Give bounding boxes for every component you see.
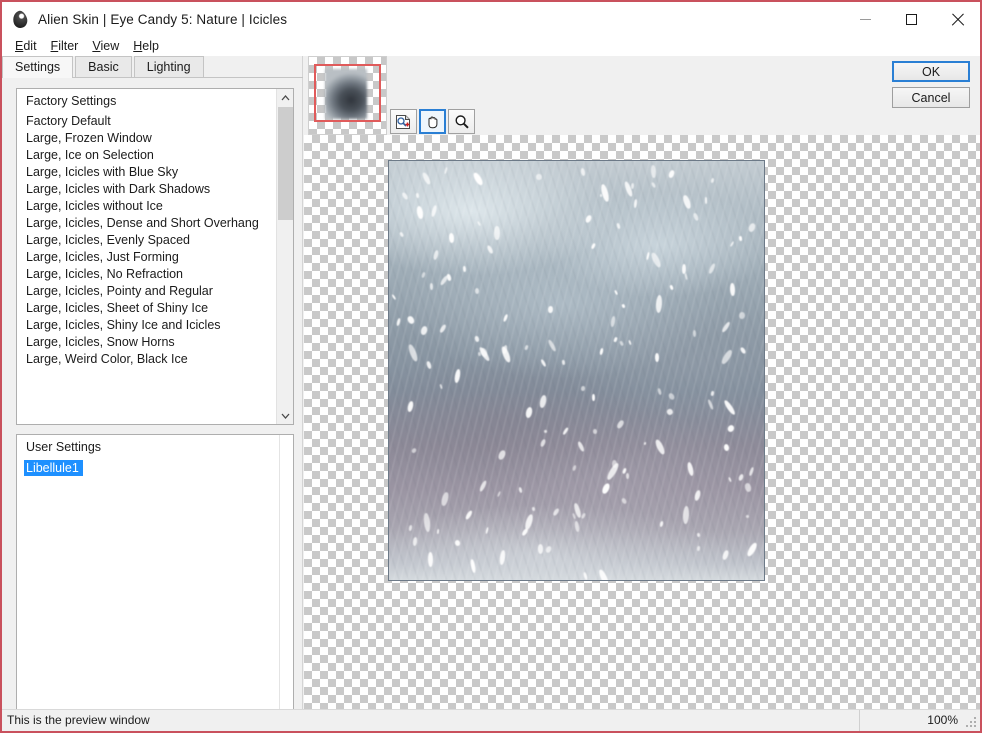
scrollbar-thumb[interactable] xyxy=(278,107,293,220)
list-item[interactable]: Large, Icicles, Shiny Ice and Icicles xyxy=(17,317,276,334)
settings-panel: Settings Basic Lighting Factory Settings… xyxy=(2,56,303,709)
tab-lighting[interactable]: Lighting xyxy=(133,56,204,77)
menu-item-edit[interactable]: Edit xyxy=(10,38,46,54)
menu-label-filter: ilter xyxy=(58,39,79,53)
snow-flake xyxy=(692,330,696,338)
preview-toolstrip: OK Cancel xyxy=(304,56,980,135)
resize-grip-icon[interactable] xyxy=(965,716,977,728)
list-group-header: Factory Settings xyxy=(26,94,117,108)
list-item[interactable]: Libellule1 xyxy=(24,460,83,476)
menu-item-view[interactable]: View xyxy=(87,38,128,54)
list-item[interactable]: Large, Icicles without Ice xyxy=(17,198,276,215)
chevron-up-icon[interactable] xyxy=(277,89,293,106)
factory-settings-list: Factory Settings Factory Default Large, … xyxy=(17,89,276,424)
preview-toggle-icon xyxy=(396,114,410,129)
maximize-icon xyxy=(905,13,917,25)
list-item[interactable]: Large, Icicles, Dense and Short Overhang xyxy=(17,215,276,232)
list-item[interactable]: Large, Icicles, No Refraction xyxy=(17,266,276,283)
snow-flake xyxy=(474,287,479,295)
minimize-icon xyxy=(859,18,871,20)
zoom-level: 100% xyxy=(927,713,958,727)
window-title: Alien Skin | Eye Candy 5: Nature | Icicl… xyxy=(38,11,288,27)
viewport-marquee[interactable] xyxy=(314,64,381,122)
preview-canvas[interactable] xyxy=(304,135,980,709)
snow-flake xyxy=(592,428,597,435)
maximize-button[interactable] xyxy=(888,2,934,36)
chevron-down-icon[interactable] xyxy=(277,407,293,424)
snow-flake xyxy=(591,394,595,402)
close-icon xyxy=(951,13,964,26)
tab-basic[interactable]: Basic xyxy=(75,56,132,77)
hand-pan-button[interactable] xyxy=(419,109,446,134)
title-bar: Alien Skin | Eye Candy 5: Nature | Icicl… xyxy=(2,2,980,36)
list-item[interactable]: Factory Default xyxy=(17,113,276,130)
menu-item-filter[interactable]: Filter xyxy=(46,38,88,54)
application-window: Alien Skin | Eye Candy 5: Nature | Icicl… xyxy=(0,0,982,733)
factory-settings-listbox[interactable]: Factory Settings Factory Default Large, … xyxy=(16,88,294,425)
snow-flake xyxy=(611,459,618,469)
menu-label-view: iew xyxy=(100,39,120,53)
list-item[interactable]: Large, Icicles, Snow Horns xyxy=(17,334,276,351)
factory-list-scrollbar[interactable] xyxy=(276,89,293,424)
status-message: This is the preview window xyxy=(2,710,860,731)
list-item[interactable]: Large, Icicles with Blue Sky xyxy=(17,164,276,181)
window-controls xyxy=(842,2,980,36)
list-item[interactable]: Large, Icicles, Just Forming xyxy=(17,249,276,266)
menu-item-help[interactable]: Help xyxy=(128,38,168,54)
user-settings-list: User Settings Libellule1 xyxy=(17,435,279,709)
status-bar: This is the preview window 100% xyxy=(2,709,980,731)
icicles-preview-image[interactable] xyxy=(388,160,765,581)
snow-flake xyxy=(729,282,735,296)
ok-button[interactable]: OK xyxy=(892,61,970,82)
close-button[interactable] xyxy=(934,2,980,36)
user-settings-header: User Settings xyxy=(26,440,102,454)
list-item[interactable]: Large, Ice on Selection xyxy=(17,147,276,164)
snow-flake xyxy=(493,225,500,240)
list-item[interactable]: Large, Weird Color, Black Ice xyxy=(17,351,276,368)
list-item-container: Libellule1 xyxy=(17,459,279,477)
ice-streak-layer xyxy=(389,161,764,580)
menu-label-edit: dit xyxy=(23,39,37,53)
user-settings-listbox[interactable]: User Settings Libellule1 xyxy=(16,434,294,709)
list-item[interactable]: Large, Icicles, Sheet of Shiny Ice xyxy=(17,300,276,317)
snow-flake xyxy=(630,182,634,189)
hand-pan-icon xyxy=(428,116,437,128)
snow-flake xyxy=(561,359,565,365)
tab-strip: Settings Basic Lighting xyxy=(2,56,303,78)
navigator-thumbnail[interactable] xyxy=(308,56,387,135)
list-item[interactable]: Large, Icicles, Pointy and Regular xyxy=(17,283,276,300)
dialog-actions: OK Cancel xyxy=(892,61,970,108)
snow-flake xyxy=(448,233,455,244)
preview-toggle-button[interactable] xyxy=(390,109,417,134)
cancel-button[interactable]: Cancel xyxy=(892,87,970,108)
list-divider xyxy=(279,435,280,709)
menu-label-help: elp xyxy=(142,39,159,53)
snow-flake xyxy=(696,532,701,538)
snow-flake xyxy=(462,266,466,273)
alien-skin-logo-icon xyxy=(10,9,30,30)
tab-settings[interactable]: Settings xyxy=(2,56,74,78)
snow-flake xyxy=(738,311,746,319)
list-item[interactable]: Large, Icicles, Evenly Spaced xyxy=(17,232,276,249)
list-item[interactable]: Large, Icicles with Dark Shadows xyxy=(17,181,276,198)
zoom-magnifier-button[interactable] xyxy=(448,109,475,134)
preview-panel: OK Cancel xyxy=(304,56,980,709)
snow-flake xyxy=(626,472,630,479)
minimize-button[interactable] xyxy=(842,2,888,36)
main-body: Settings Basic Lighting Factory Settings… xyxy=(2,56,980,709)
zoom-magnifier-icon xyxy=(454,114,469,129)
list-item[interactable]: Large, Frozen Window xyxy=(17,130,276,147)
menu-bar: Edit Filter View Help xyxy=(2,36,980,56)
tool-button-group xyxy=(390,109,475,134)
